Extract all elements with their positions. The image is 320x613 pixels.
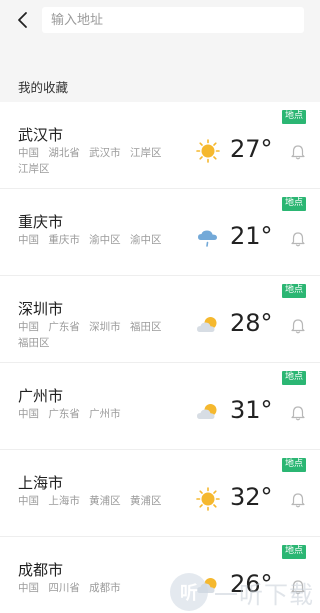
location-badge: 地点 [281,197,306,211]
city-name: 深圳市 [18,300,64,318]
notify-button[interactable] [290,231,306,247]
location-badge: 地点 [281,284,306,298]
search-box[interactable] [42,7,304,33]
sun-icon [196,139,220,163]
city-name: 成都市 [18,561,64,579]
location-badge: 地点 [281,110,306,124]
section-title: 我的收藏 [18,80,69,95]
bell-icon [291,232,305,247]
city-name: 武汉市 [18,126,64,144]
favorite-row[interactable]: 地点 深圳市 中国 广东省 深圳市 福田区 福田区 28° [0,276,320,363]
back-button[interactable] [10,8,36,32]
city-name: 广州市 [18,387,64,405]
notify-button[interactable] [290,492,306,508]
partly-cloudy-icon [197,317,217,332]
temperature: 31° [230,396,273,424]
watermark: 听 一听下载 [170,573,314,611]
favorite-row[interactable]: 地点 武汉市 中国 湖北省 武汉市 江岸区 江岸区 27° [0,102,320,189]
bell-icon [291,145,305,160]
bell-icon [291,493,305,508]
admin-path: 中国 广东省 广州市 [18,408,121,420]
temperature: 28° [230,309,273,337]
notify-button[interactable] [290,318,306,334]
chevron-left-icon [18,12,27,28]
sun-icon [196,487,220,511]
temperature: 21° [230,222,273,250]
partly-cloudy-icon [197,404,217,419]
favorites-list: 地点 武汉市 中国 湖北省 武汉市 江岸区 江岸区 27° 地点 重庆市 中国 … [0,102,320,613]
admin-path: 中国 广东省 深圳市 福田区 福田区 [18,321,162,349]
rain-cloud-icon [198,230,217,247]
location-badge: 地点 [281,371,306,385]
temperature: 27° [230,135,273,163]
city-name: 重庆市 [18,213,64,231]
city-name: 上海市 [18,474,64,492]
favorite-row[interactable]: 地点 上海市 中国 上海市 黄浦区 黄浦区 32° [0,450,320,537]
location-badge: 地点 [281,545,306,559]
admin-path: 中国 重庆市 渝中区 渝中区 [18,234,162,246]
notify-button[interactable] [290,144,306,160]
bell-icon [291,406,305,421]
top-bar [0,0,320,40]
notify-button[interactable] [290,405,306,421]
watermark-logo: 听 [170,573,208,611]
search-input[interactable] [42,7,304,33]
admin-path: 中国 上海市 黄浦区 黄浦区 [18,495,162,507]
admin-path: 中国 四川省 成都市 [18,582,121,594]
favorite-row[interactable]: 地点 广州市 中国 广东省 广州市 31° [0,363,320,450]
bell-icon [291,319,305,334]
temperature: 32° [230,483,273,511]
watermark-text: 一听下载 [214,580,314,609]
location-badge: 地点 [281,458,306,472]
favorite-row[interactable]: 地点 重庆市 中国 重庆市 渝中区 渝中区 21° [0,189,320,276]
admin-path: 中国 湖北省 武汉市 江岸区 江岸区 [18,147,162,175]
